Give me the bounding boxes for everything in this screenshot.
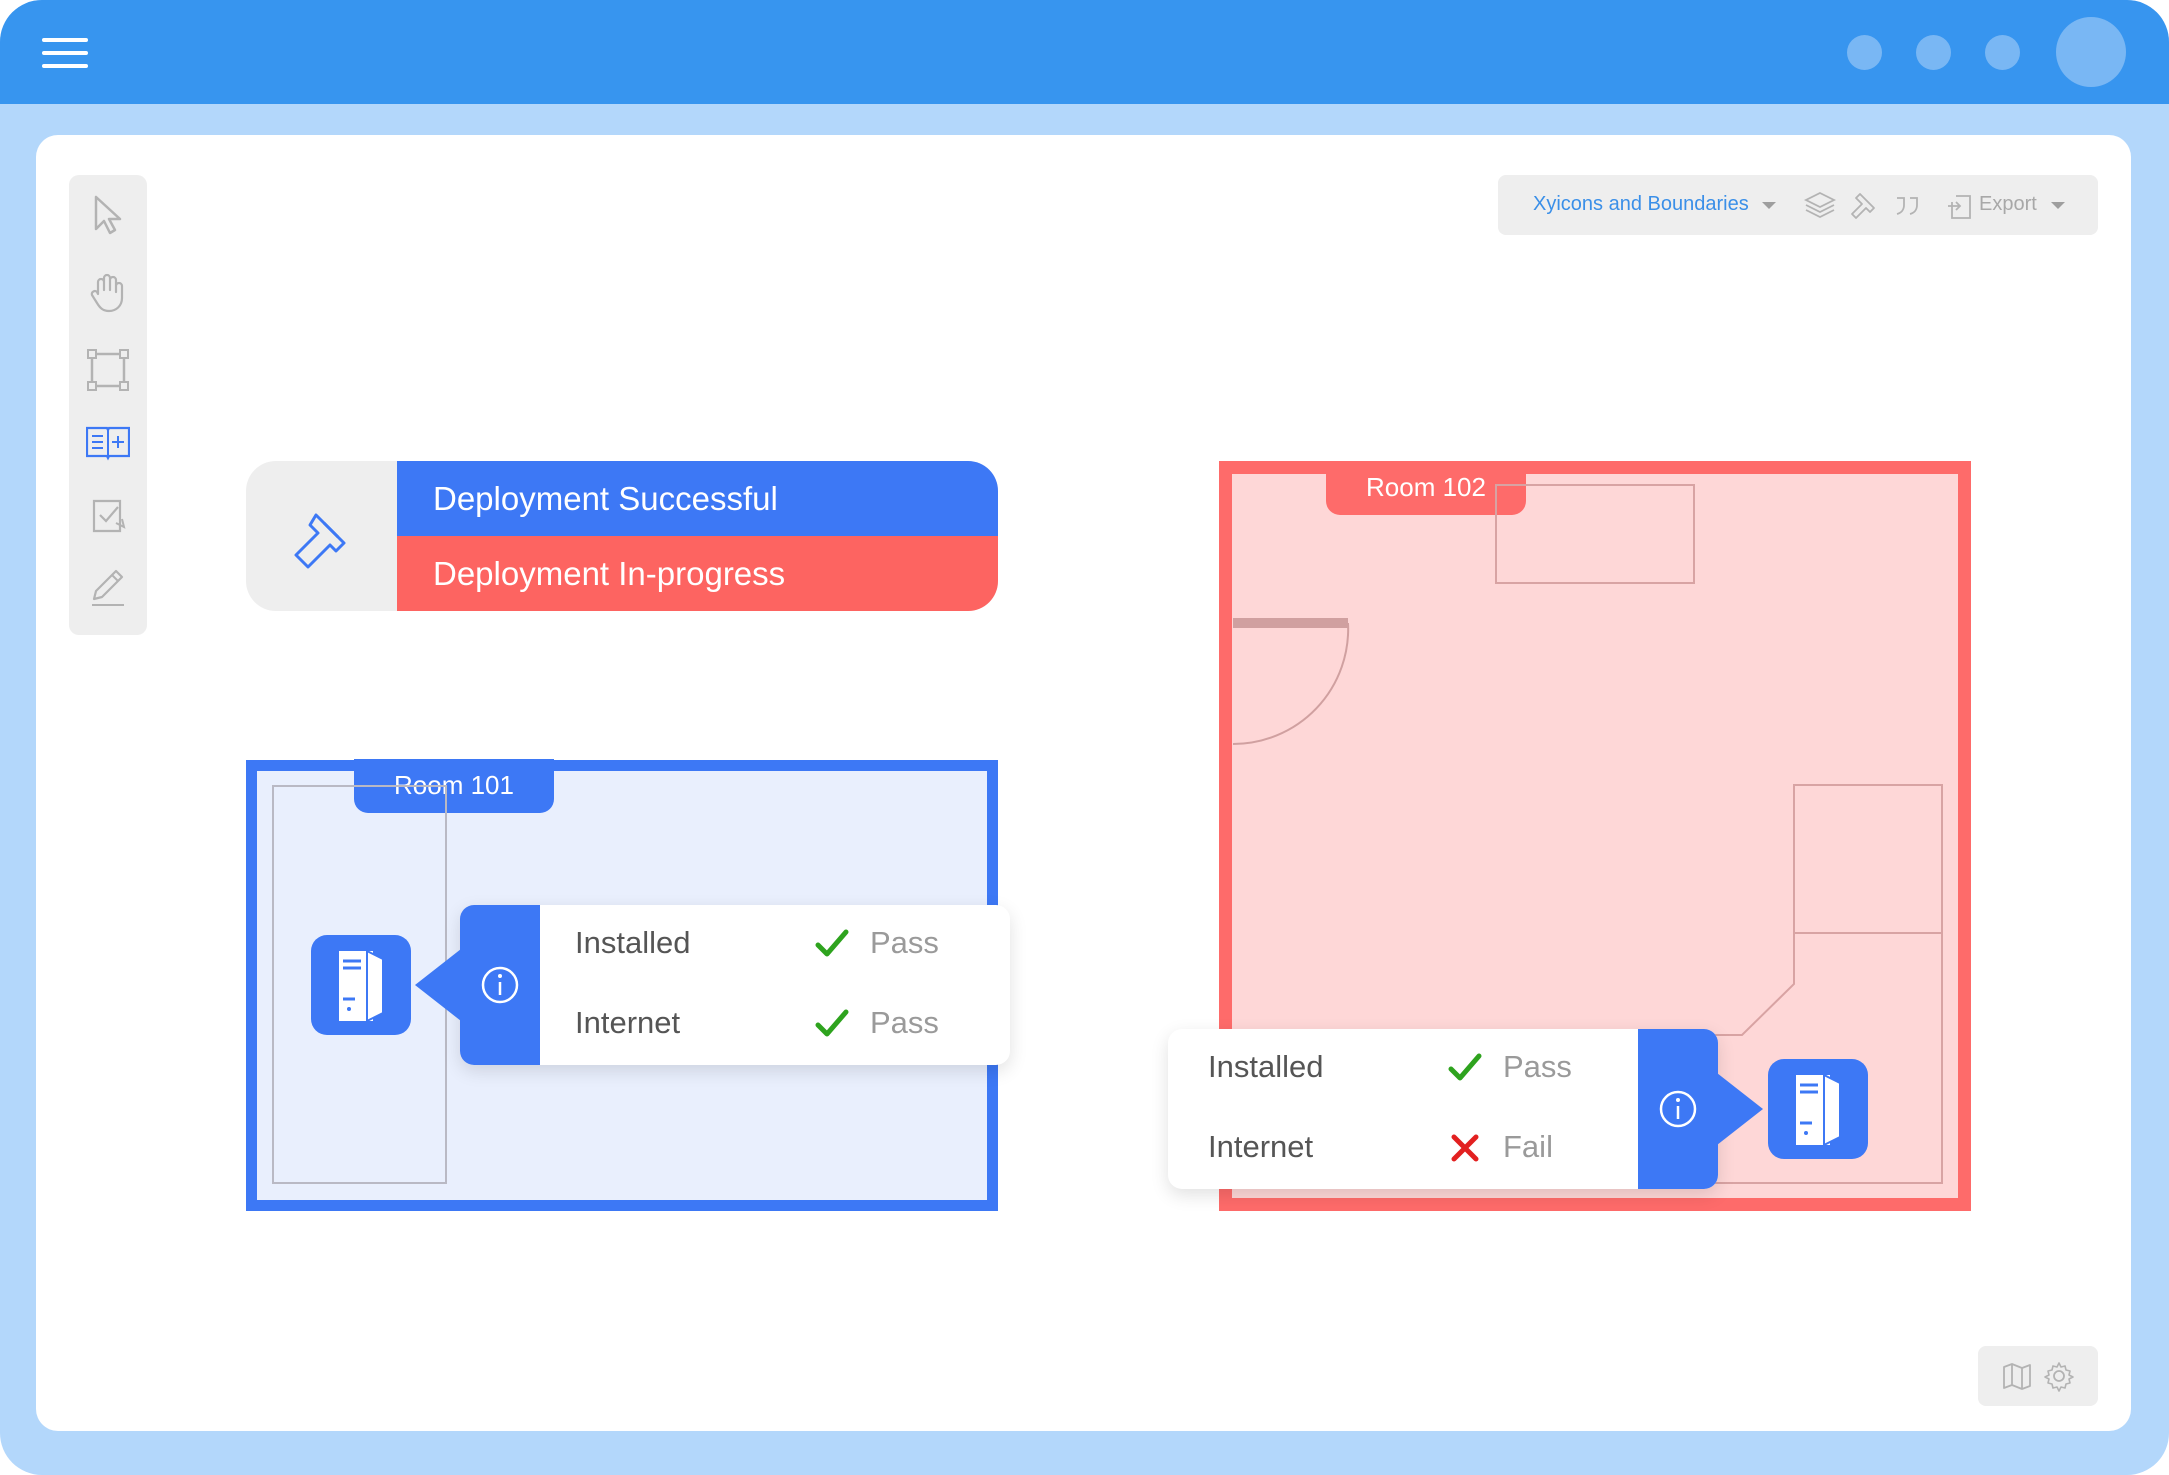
import-icon[interactable] xyxy=(86,493,130,537)
layers-icon[interactable] xyxy=(1803,188,1837,222)
device-computer-icon[interactable] xyxy=(311,935,411,1035)
chevron-down-icon[interactable] xyxy=(2051,202,2065,209)
info-icon[interactable] xyxy=(1658,1089,1698,1129)
left-toolbar xyxy=(69,175,147,635)
header-dot-1[interactable] xyxy=(1847,35,1882,70)
room-102-status-popup: Installed Pass Internet Fail xyxy=(1168,1029,1763,1189)
gear-icon[interactable] xyxy=(2042,1359,2076,1393)
device-computer-icon[interactable] xyxy=(1768,1059,1868,1159)
paint-brush-icon xyxy=(286,503,356,573)
paint-icon[interactable] xyxy=(1846,188,1880,222)
status-value-installed: Pass xyxy=(1503,1049,1572,1084)
room-101-status-popup: Installed Pass Internet Pass xyxy=(415,905,1010,1065)
hand-icon[interactable] xyxy=(86,270,130,314)
layer-select[interactable]: Xyicons and Boundaries xyxy=(1533,193,1749,216)
chevron-down-icon[interactable] xyxy=(1762,202,1776,209)
room-101-label[interactable]: Room 101 xyxy=(354,759,554,813)
status-value-internet: Pass xyxy=(870,1005,939,1040)
info-icon[interactable] xyxy=(480,965,520,1005)
select-rect-icon[interactable] xyxy=(86,348,130,392)
quote-icon[interactable] xyxy=(1891,188,1925,222)
status-value-internet: Fail xyxy=(1503,1129,1553,1164)
popup-pointer xyxy=(415,949,461,1021)
status-label-installed: Installed xyxy=(575,925,691,960)
export-button[interactable]: Export xyxy=(1979,193,2037,216)
info-column xyxy=(1638,1029,1718,1189)
popup-pointer xyxy=(1717,1073,1763,1145)
check-icon xyxy=(815,1007,849,1041)
add-boundary-icon[interactable] xyxy=(85,420,131,464)
map-icon[interactable] xyxy=(2000,1359,2034,1393)
status-label-installed: Installed xyxy=(1208,1049,1324,1084)
status-label-internet: Internet xyxy=(1208,1129,1314,1164)
header-dot-2[interactable] xyxy=(1916,35,1951,70)
user-avatar[interactable] xyxy=(2056,17,2126,87)
top-bar xyxy=(0,0,2169,104)
bottom-toolbar xyxy=(1978,1346,2098,1406)
legend-successful: Deployment Successful xyxy=(397,461,998,536)
view-toolbar: Xyicons and Boundaries Export xyxy=(1498,175,2098,235)
cross-icon xyxy=(1448,1131,1482,1165)
legend-in-progress: Deployment In-progress xyxy=(397,536,998,611)
check-icon xyxy=(1448,1051,1482,1085)
status-value-installed: Pass xyxy=(870,925,939,960)
hamburger-menu-icon[interactable] xyxy=(42,38,88,68)
header-dot-3[interactable] xyxy=(1985,35,2020,70)
check-icon xyxy=(815,927,849,961)
edit-pencil-icon[interactable] xyxy=(86,565,130,609)
deployment-legend: Deployment Successful Deployment In-prog… xyxy=(246,461,998,611)
export-icon[interactable] xyxy=(1944,188,1978,222)
status-label-internet: Internet xyxy=(575,1005,681,1040)
pointer-icon[interactable] xyxy=(86,193,130,237)
room-102-label[interactable]: Room 102 xyxy=(1326,461,1526,515)
info-column xyxy=(460,905,540,1065)
